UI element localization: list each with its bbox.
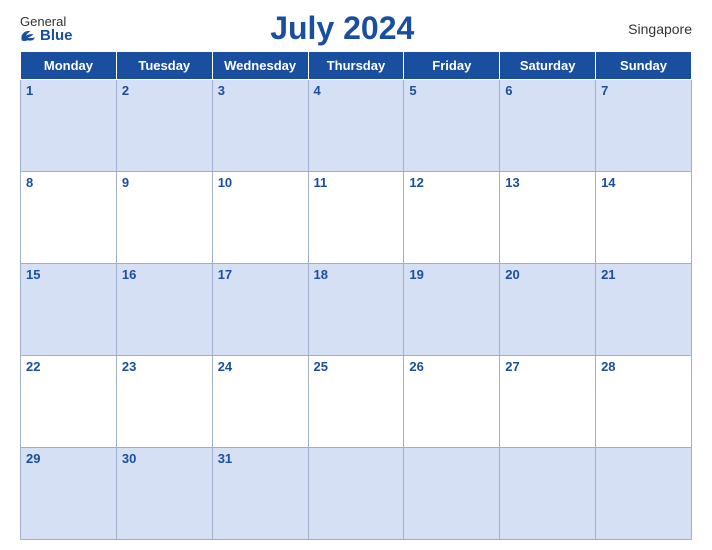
day-number: 20 — [505, 267, 519, 282]
day-number: 30 — [122, 451, 136, 466]
calendar-week-row: 8 9 10 11 12 13 14 — [21, 172, 692, 264]
day-number: 17 — [218, 267, 232, 282]
calendar-day-cell — [404, 448, 500, 540]
calendar-day-cell: 1 — [21, 80, 117, 172]
weekday-header-cell: Thursday — [308, 52, 404, 80]
day-number: 5 — [409, 83, 416, 98]
calendar-week-row: 15 16 17 18 19 20 21 — [21, 264, 692, 356]
calendar-day-cell: 18 — [308, 264, 404, 356]
calendar-day-cell — [308, 448, 404, 540]
calendar-day-cell: 5 — [404, 80, 500, 172]
day-number: 23 — [122, 359, 136, 374]
calendar-day-cell: 13 — [500, 172, 596, 264]
calendar-day-cell: 10 — [212, 172, 308, 264]
calendar-week-row: 1 2 3 4 5 6 7 — [21, 80, 692, 172]
weekday-header-cell: Friday — [404, 52, 500, 80]
calendar-day-cell: 17 — [212, 264, 308, 356]
calendar-day-cell: 9 — [116, 172, 212, 264]
logo-blue-text: Blue — [20, 28, 73, 43]
calendar-day-cell: 16 — [116, 264, 212, 356]
day-number: 29 — [26, 451, 40, 466]
page-header: General Blue July 2024 Singapore — [20, 10, 692, 47]
calendar-day-cell: 24 — [212, 356, 308, 448]
day-number: 7 — [601, 83, 608, 98]
weekday-header-cell: Sunday — [596, 52, 692, 80]
weekday-header-cell: Tuesday — [116, 52, 212, 80]
day-number: 8 — [26, 175, 33, 190]
calendar-day-cell: 4 — [308, 80, 404, 172]
day-number: 3 — [218, 83, 225, 98]
calendar-day-cell: 2 — [116, 80, 212, 172]
day-number: 2 — [122, 83, 129, 98]
calendar-day-cell: 23 — [116, 356, 212, 448]
calendar-day-cell: 6 — [500, 80, 596, 172]
calendar-day-cell: 3 — [212, 80, 308, 172]
day-number: 22 — [26, 359, 40, 374]
day-number: 13 — [505, 175, 519, 190]
region-label: Singapore — [612, 21, 692, 37]
logo-bird-icon — [20, 28, 38, 42]
calendar-day-cell: 29 — [21, 448, 117, 540]
day-number: 6 — [505, 83, 512, 98]
day-number: 9 — [122, 175, 129, 190]
calendar-day-cell: 21 — [596, 264, 692, 356]
day-number: 28 — [601, 359, 615, 374]
calendar-day-cell: 8 — [21, 172, 117, 264]
calendar-week-row: 29 30 31 — [21, 448, 692, 540]
day-number: 12 — [409, 175, 423, 190]
calendar-day-cell: 7 — [596, 80, 692, 172]
calendar-day-cell: 31 — [212, 448, 308, 540]
calendar-title: July 2024 — [270, 10, 414, 47]
calendar-day-cell: 14 — [596, 172, 692, 264]
day-number: 16 — [122, 267, 136, 282]
calendar-day-cell: 25 — [308, 356, 404, 448]
calendar-day-cell: 27 — [500, 356, 596, 448]
calendar-day-cell: 22 — [21, 356, 117, 448]
day-number: 14 — [601, 175, 615, 190]
day-number: 18 — [314, 267, 328, 282]
weekday-header-cell: Monday — [21, 52, 117, 80]
calendar-day-cell: 19 — [404, 264, 500, 356]
calendar-day-cell: 26 — [404, 356, 500, 448]
day-number: 27 — [505, 359, 519, 374]
calendar-day-cell — [500, 448, 596, 540]
calendar-day-cell: 12 — [404, 172, 500, 264]
weekday-header-cell: Wednesday — [212, 52, 308, 80]
day-number: 25 — [314, 359, 328, 374]
logo: General Blue — [20, 15, 73, 43]
calendar-body: 1234567891011121314151617181920212223242… — [21, 80, 692, 540]
day-number: 15 — [26, 267, 40, 282]
day-number: 4 — [314, 83, 321, 98]
day-number: 1 — [26, 83, 33, 98]
day-number: 19 — [409, 267, 423, 282]
day-number: 11 — [314, 175, 328, 190]
day-number: 26 — [409, 359, 423, 374]
weekday-header-row: MondayTuesdayWednesdayThursdayFridaySatu… — [21, 52, 692, 80]
calendar-header: MondayTuesdayWednesdayThursdayFridaySatu… — [21, 52, 692, 80]
day-number: 31 — [218, 451, 232, 466]
calendar-day-cell: 30 — [116, 448, 212, 540]
calendar-day-cell: 20 — [500, 264, 596, 356]
weekday-header-cell: Saturday — [500, 52, 596, 80]
day-number: 10 — [218, 175, 232, 190]
calendar-day-cell: 28 — [596, 356, 692, 448]
calendar-week-row: 22 23 24 25 26 27 28 — [21, 356, 692, 448]
calendar-day-cell: 11 — [308, 172, 404, 264]
calendar-day-cell — [596, 448, 692, 540]
logo-general-text: General — [20, 15, 66, 28]
calendar-table: MondayTuesdayWednesdayThursdayFridaySatu… — [20, 51, 692, 540]
day-number: 24 — [218, 359, 232, 374]
day-number: 21 — [601, 267, 615, 282]
calendar-day-cell: 15 — [21, 264, 117, 356]
